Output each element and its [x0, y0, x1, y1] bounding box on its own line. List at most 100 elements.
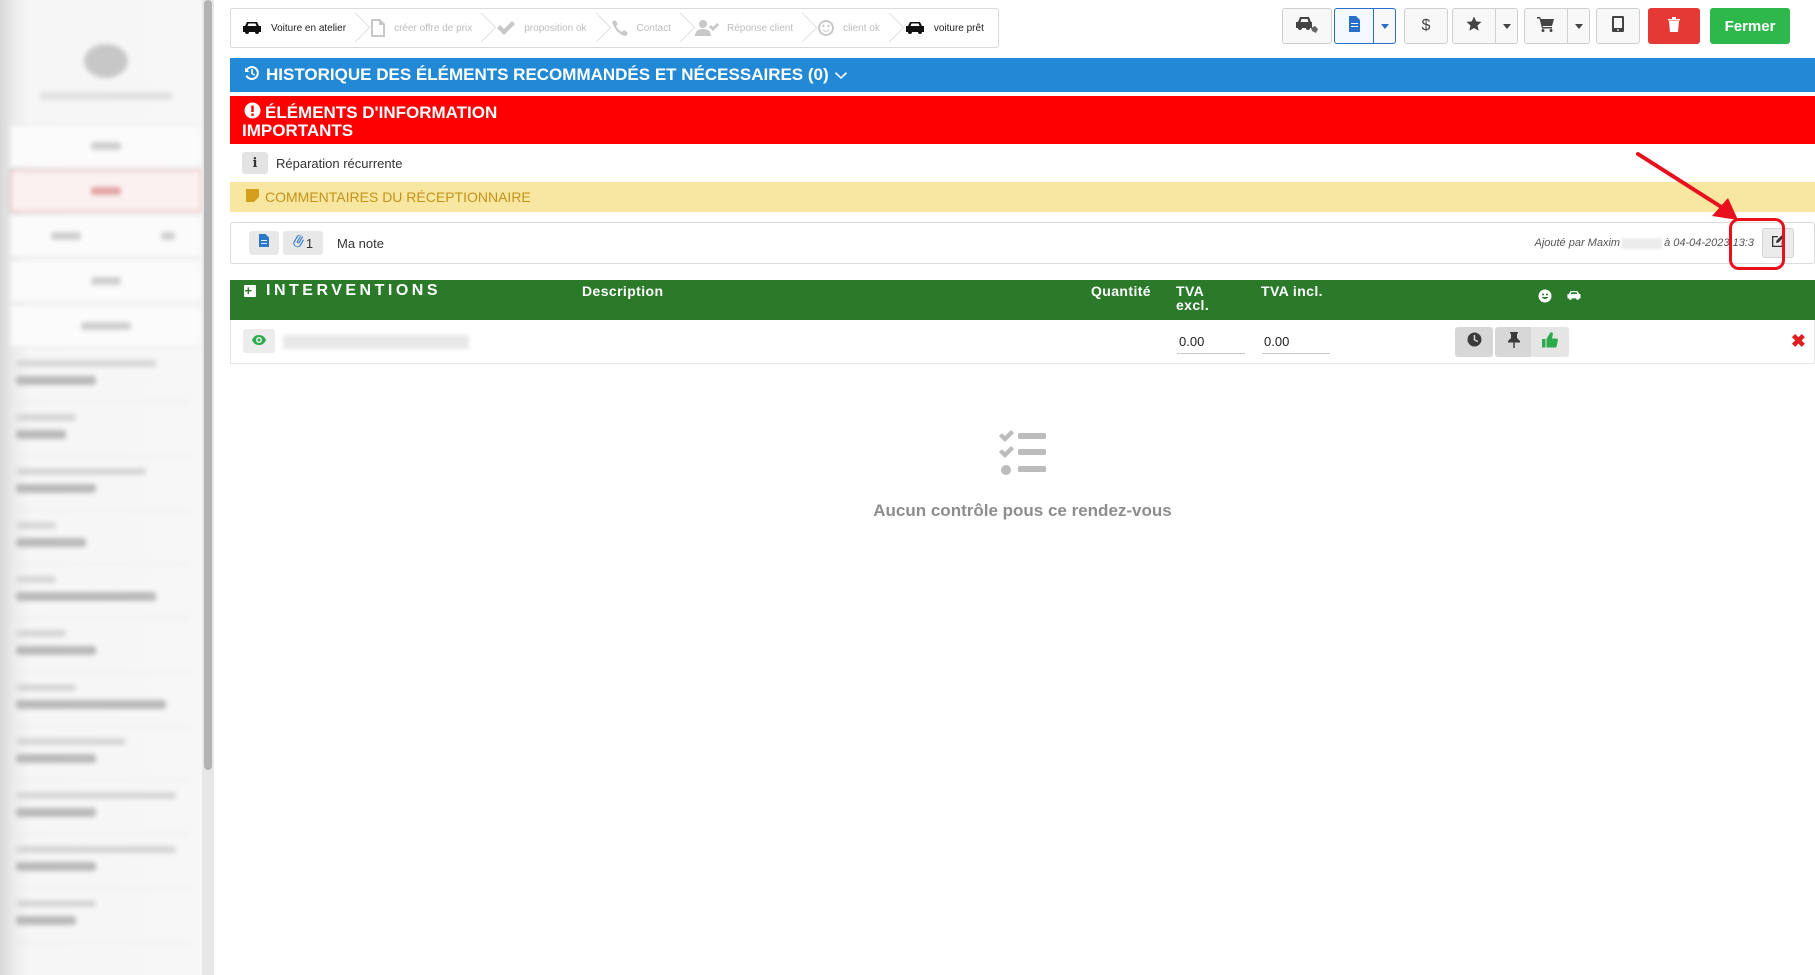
empty-state: Aucun contrôle pous ce rendez-vous: [230, 430, 1815, 521]
note-meta: Ajouté par Maxim à 04-04-2023 13:3: [1534, 237, 1754, 249]
check-icon: [496, 20, 516, 36]
history-title: HISTORIQUE DES ÉLÉMENTS RECOMMANDÉS ET N…: [266, 65, 829, 84]
column-description: Description: [582, 283, 664, 299]
important-title-line2: IMPORTANTS: [242, 121, 354, 140]
step-contact[interactable]: Contact: [601, 9, 685, 47]
sidebar-row: [10, 564, 190, 619]
sidebar-user-name: [40, 92, 172, 100]
note-document-button[interactable]: [249, 231, 279, 255]
sidebar-row: [10, 402, 190, 457]
approve-button[interactable]: [1531, 327, 1569, 357]
step-reponse-client[interactable]: Réponse client: [685, 9, 807, 47]
attachment-count: 1: [305, 235, 314, 251]
info-icon: i: [242, 152, 268, 174]
sidebar-scrollbar[interactable]: [202, 0, 214, 975]
step-proposition-ok[interactable]: proposition ok: [486, 9, 600, 47]
left-sidebar: [0, 0, 202, 975]
price-button[interactable]: $: [1404, 8, 1448, 44]
column-tva-excl-line1: TVA: [1176, 283, 1205, 299]
car-wrench-icon: [1295, 14, 1319, 39]
sidebar-row: [10, 456, 190, 511]
document-icon: [259, 234, 269, 252]
close-button[interactable]: Fermer: [1710, 8, 1790, 44]
toolbar: Voiture en atelier créer offre de prix p…: [230, 8, 1815, 48]
sidebar-row: [10, 726, 190, 781]
trash-icon: [1667, 16, 1681, 37]
remove-icon[interactable]: ✖: [1791, 332, 1806, 350]
note-text: Ma note: [337, 235, 384, 251]
eye-icon: [252, 332, 266, 350]
history-icon: [244, 65, 266, 86]
note-row: 1 Ma note Ajouté par Maxim à 04-04-2023 1…: [230, 222, 1815, 264]
document-dropdown-caret[interactable]: [1374, 8, 1396, 44]
sidebar-button-1[interactable]: [10, 125, 202, 167]
receptionist-comments-header: COMMENTAIRES DU RÉCEPTIONNAIRE: [230, 182, 1815, 212]
exclamation-circle-icon: [244, 102, 265, 122]
table-row: ✖: [230, 320, 1815, 364]
view-button[interactable]: [243, 329, 275, 353]
step-label: Voiture en atelier: [271, 22, 347, 34]
column-tva-excl-line2: excl.: [1176, 297, 1210, 313]
sidebar-button-3[interactable]: [10, 215, 202, 257]
step-voiture-pret[interactable]: voiture prêt: [894, 9, 998, 47]
favorite-button[interactable]: [1452, 8, 1496, 44]
step-label: client ok: [843, 22, 880, 34]
step-creer-offre-de-prix[interactable]: créer offre de prix: [360, 9, 486, 47]
smile-icon: [1538, 289, 1552, 305]
document-icon: [370, 18, 386, 38]
edit-note-button[interactable]: [1762, 228, 1794, 258]
sidebar-button-5[interactable]: [10, 305, 202, 347]
paperclip-icon: [293, 234, 305, 253]
comments-title: COMMENTAIRES DU RÉCEPTIONNAIRE: [265, 189, 531, 205]
cart-icon: [1537, 16, 1555, 37]
note-meta-author: Ajouté par Maxim: [1534, 237, 1621, 249]
note-attachment-button[interactable]: 1: [283, 231, 323, 255]
scrollbar-thumb[interactable]: [204, 0, 212, 770]
step-label: proposition ok: [524, 22, 587, 34]
step-label: créer offre de prix: [394, 22, 473, 34]
document-button[interactable]: [1334, 8, 1374, 44]
sidebar-row: [10, 672, 190, 727]
sidebar-button-active[interactable]: [10, 170, 202, 212]
dollar-icon: $: [1421, 17, 1431, 34]
tva-incl-input[interactable]: [1262, 330, 1330, 354]
pin-button[interactable]: [1495, 327, 1533, 357]
smile-icon: [817, 19, 835, 37]
tva-excl-input[interactable]: [1177, 330, 1245, 354]
plus-square-icon[interactable]: +: [244, 284, 256, 297]
sidebar-row: [10, 780, 190, 835]
important-info-header: ÉLÉMENTS D'INFORMATION IMPORTANTS: [230, 96, 1815, 144]
time-button[interactable]: [1455, 327, 1493, 357]
car-icon: [1566, 289, 1582, 304]
empty-state-message: Aucun contrôle pous ce rendez-vous: [873, 501, 1172, 520]
sticky-note-icon: [246, 189, 265, 205]
step-label: Contact: [636, 22, 671, 34]
car-icon: [904, 20, 926, 36]
phone-icon: [611, 19, 629, 37]
cart-dropdown-caret[interactable]: [1568, 8, 1590, 44]
delete-button[interactable]: [1648, 8, 1700, 44]
column-tva-excl: TVA excl.: [1176, 284, 1209, 312]
history-section-header[interactable]: HISTORIQUE DES ÉLÉMENTS RECOMMANDÉS ET N…: [230, 58, 1815, 92]
column-tva-incl: TVA incl.: [1261, 283, 1323, 299]
car-service-button[interactable]: [1282, 8, 1332, 44]
cart-button[interactable]: [1524, 8, 1568, 44]
important-title-line1: ÉLÉMENTS D'INFORMATION: [265, 102, 498, 122]
interventions-title: + INTERVENTIONS: [244, 282, 441, 299]
avatar: [84, 44, 128, 78]
interventions-title-text: INTERVENTIONS: [266, 282, 441, 299]
sidebar-button-4[interactable]: [10, 260, 202, 302]
step-voiture-en-atelier[interactable]: Voiture en atelier: [231, 9, 360, 47]
tablet-button[interactable]: [1596, 8, 1640, 44]
step-client-ok[interactable]: client ok: [807, 9, 894, 47]
car-icon: [241, 20, 263, 36]
interventions-header: + INTERVENTIONS Description Quantité TVA…: [230, 280, 1815, 320]
workflow-steps: Voiture en atelier créer offre de prix p…: [230, 8, 999, 48]
tablet-icon: [1612, 15, 1624, 37]
favorite-dropdown-caret[interactable]: [1496, 8, 1518, 44]
tasks-checklist-icon: [998, 430, 1048, 480]
star-icon: [1466, 16, 1482, 37]
step-label: Réponse client: [726, 22, 794, 34]
main-panel: Voiture en atelier créer offre de prix p…: [214, 0, 1815, 975]
info-text: Réparation récurrente: [276, 155, 403, 171]
